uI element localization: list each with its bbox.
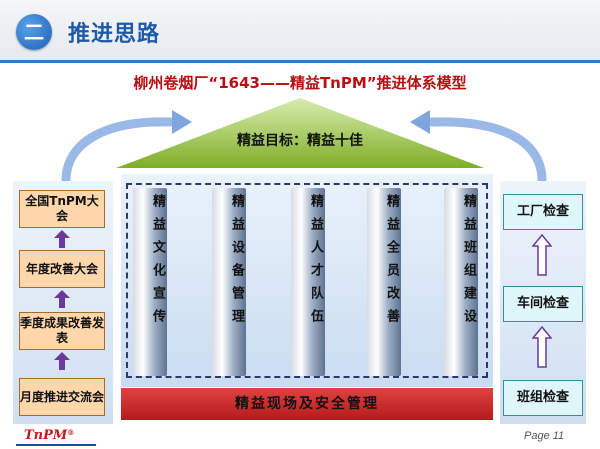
right-arc-arrowhead: [410, 110, 430, 134]
pillar-improvement: 精益全员改善: [367, 188, 401, 376]
tnpm-logo: TnPM®: [24, 428, 74, 443]
pillar-team: 精益班组建设: [444, 188, 478, 376]
registered-mark: ®: [67, 428, 75, 437]
up-arrow-icon: [54, 230, 70, 248]
up-arrow-icon: [54, 352, 70, 370]
up-arrow-outline-icon: [532, 326, 552, 368]
step-annual-conference: 年度改善大会: [19, 250, 105, 288]
page-number: Page 11: [524, 430, 565, 442]
up-arrow-icon: [54, 290, 70, 308]
logo-underline: [16, 444, 96, 446]
foundation-bar: 精益现场及安全管理: [121, 388, 493, 420]
step-national-conference: 全国TnPM大会: [19, 190, 105, 228]
pillar-equipment: 精益设备管理: [212, 188, 246, 376]
step-quarterly-presentation: 季度成果改善发表: [19, 312, 105, 350]
check-factory: 工厂检查: [503, 194, 583, 230]
pillar-talent: 精益人才队伍: [291, 188, 325, 376]
pillar-label: 精益人才队伍: [308, 194, 323, 332]
pillar-label: 精益全员改善: [384, 194, 399, 332]
step-monthly-meeting: 月度推进交流会: [19, 378, 105, 416]
left-arc-arrowhead: [172, 110, 192, 134]
check-workshop: 车间检查: [503, 286, 583, 322]
roof-label: 精益目标：精益十佳: [237, 133, 363, 149]
pillar-culture: 精益文化宣传: [133, 188, 167, 376]
pillar-label: 精益设备管理: [229, 194, 244, 332]
pillar-label: 精益文化宣传: [150, 194, 165, 332]
check-team: 班组检查: [503, 380, 583, 416]
up-arrow-outline-icon: [532, 234, 552, 276]
pillar-label: 精益班组建设: [461, 194, 476, 332]
logo-text: TnPM: [24, 428, 68, 443]
